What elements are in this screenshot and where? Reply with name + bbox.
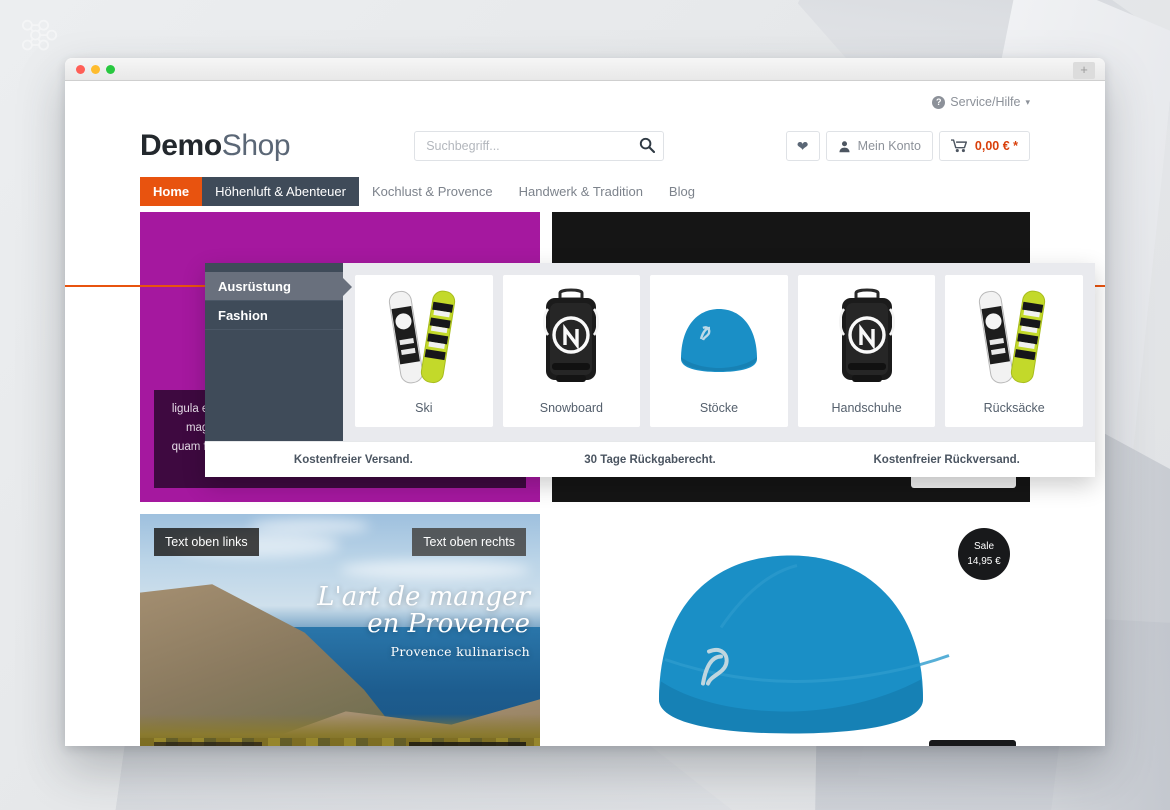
node-graph-icon xyxy=(22,19,58,51)
tile-label: Snowboard xyxy=(539,401,604,415)
ski-pair-image xyxy=(977,287,1051,387)
browser-titlebar: + xyxy=(65,58,1105,81)
logo-bold-text: Demo xyxy=(140,129,222,162)
blue-beanie-image xyxy=(673,287,765,387)
overlay-top-left[interactable]: Text oben links xyxy=(154,528,259,556)
tile-label: Ski xyxy=(415,401,433,415)
shop-header: ? Service/Hilfe ▾ DemoShop Suchbegriff..… xyxy=(65,81,1105,287)
question-circle-icon: ? xyxy=(932,95,946,109)
sidebar-item-ausruestung[interactable]: Ausrüstung xyxy=(205,272,352,301)
brand-row: DemoShop ❤ xyxy=(140,115,1030,177)
search-button[interactable] xyxy=(631,132,663,160)
backpack-image xyxy=(534,287,608,387)
nav-item-home[interactable]: Home xyxy=(140,177,203,206)
close-window-button[interactable] xyxy=(76,65,85,74)
sale-badge: Sale 14,95 € xyxy=(958,528,1010,580)
new-tab-button[interactable]: + xyxy=(1073,62,1095,79)
service-bar: ? Service/Hilfe ▾ xyxy=(140,81,1030,115)
product-banner[interactable]: Sale 14,95 € Zum Artikel xyxy=(552,514,1030,746)
beanie-product-image xyxy=(631,532,951,747)
tile-label: Rücksäcke xyxy=(983,401,1045,415)
content-row-bottom: L'art de manger en Provence Provence kul… xyxy=(140,514,1030,746)
wishlist-button[interactable]: ❤ xyxy=(785,131,820,161)
nav-item-hoehenluft[interactable]: Höhenluft & Abenteuer xyxy=(202,177,359,206)
provence-banner[interactable]: L'art de manger en Provence Provence kul… xyxy=(140,514,540,746)
promise-free-shipping: Kostenfreier Versand. xyxy=(293,453,413,466)
header-actions: ❤ Mein Konto 0,00 € * xyxy=(785,131,1030,161)
search-icon xyxy=(640,137,656,153)
category-tile-ski[interactable]: Ski xyxy=(355,275,493,427)
sale-badge-price: 14,95 € xyxy=(967,556,1001,567)
mega-dropdown-menu: Ausrüstung Fashion Ski Snowboard Stöcke … xyxy=(205,263,1095,477)
to-article-button[interactable]: Zum Artikel xyxy=(929,740,1016,746)
minimize-window-button[interactable] xyxy=(91,65,100,74)
category-tile-ruecksaecke[interactable]: Rücksäcke xyxy=(945,275,1083,427)
category-tile-handschuhe[interactable]: Handschuhe xyxy=(797,275,936,427)
nav-item-handwerk[interactable]: Handwerk & Tradition xyxy=(506,177,656,206)
chevron-down-icon: ▾ xyxy=(1025,96,1030,107)
headline-subline: Provence kulinarisch xyxy=(390,643,530,659)
cloud-shape xyxy=(250,518,370,534)
overlay-bottom-left[interactable]: Text unten links xyxy=(154,742,263,746)
page-viewport: ? Service/Hilfe ▾ DemoShop Suchbegriff..… xyxy=(65,81,1105,746)
user-icon xyxy=(839,140,850,152)
account-label: Mein Konto xyxy=(857,139,921,153)
headline-line-2: en Provence xyxy=(367,609,530,640)
tile-label: Handschuhe xyxy=(831,401,902,415)
category-tile-snowboard[interactable]: Snowboard xyxy=(502,275,641,427)
browser-window: + ? Service/Hilfe ▾ DemoShop Suchbegriff… xyxy=(65,58,1105,746)
promise-return-period: 30 Tage Rückgaberecht. xyxy=(584,453,716,466)
maximize-window-button[interactable] xyxy=(106,65,115,74)
cart-button[interactable]: 0,00 € * xyxy=(938,131,1030,161)
nav-item-kochlust[interactable]: Kochlust & Provence xyxy=(359,177,506,206)
nav-item-blog[interactable]: Blog xyxy=(656,177,708,206)
banner-headline: L'art de manger en Provence Provence kul… xyxy=(317,582,530,659)
ski-pair-image xyxy=(387,287,461,387)
search-input[interactable] xyxy=(414,131,665,161)
sale-badge-label: Sale xyxy=(973,541,994,552)
account-button[interactable]: Mein Konto xyxy=(825,131,933,161)
main-navigation: Home Höhenluft & Abenteuer Kochlust & Pr… xyxy=(140,177,1030,206)
heart-icon: ❤ xyxy=(796,137,809,154)
promise-free-return: Kostenfreier Rückversand. xyxy=(873,453,1020,466)
dropdown-footer: Kostenfreier Versand. 30 Tage Rückgabere… xyxy=(205,441,1095,477)
window-controls[interactable] xyxy=(76,65,115,74)
service-help-link[interactable]: ? Service/Hilfe ▾ xyxy=(932,95,1030,109)
dropdown-sidebar: Ausrüstung Fashion xyxy=(205,263,352,441)
category-tile-stoecke[interactable]: Stöcke xyxy=(650,275,788,427)
cloud-shape xyxy=(340,560,530,580)
logo-light-text: Shop xyxy=(221,129,291,162)
service-help-label: Service/Hilfe xyxy=(950,95,1021,109)
sidebar-item-fashion[interactable]: Fashion xyxy=(205,301,343,330)
dropdown-body: Ausrüstung Fashion Ski Snowboard Stöcke … xyxy=(205,263,1095,441)
cart-total: 0,00 € * xyxy=(974,139,1018,153)
headline-line-1: L'art de manger xyxy=(317,582,530,613)
dropdown-tiles: Ski Snowboard Stöcke Handschuhe Rücksäck… xyxy=(343,263,1095,441)
overlay-bottom-right[interactable]: Text unten rechts xyxy=(408,742,526,746)
cart-icon xyxy=(950,139,967,153)
search-container xyxy=(414,131,665,161)
overlay-top-right[interactable]: Text oben rechts xyxy=(412,528,526,556)
tile-label: Stöcke xyxy=(699,401,739,415)
backpack-image xyxy=(830,287,904,387)
shop-logo[interactable]: DemoShop xyxy=(140,129,291,163)
